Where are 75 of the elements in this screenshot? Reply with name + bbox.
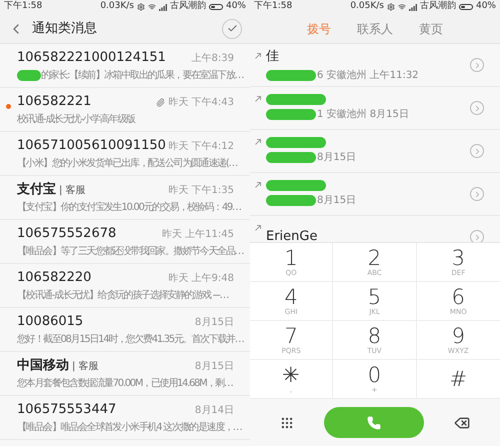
wifi-icon bbox=[148, 3, 156, 11]
call-detail: 8月15日 bbox=[317, 151, 356, 165]
dialpad-icon[interactable] bbox=[280, 416, 294, 430]
message-preview: 【校讯通-成长无忧】给贪玩的孩子选择安静的游戏 ---… bbox=[17, 288, 228, 303]
message-time: 8月14日 bbox=[194, 404, 234, 418]
message-time: 昨天 上午11:45 bbox=[162, 228, 234, 242]
sender-name: 106582221 bbox=[17, 93, 92, 112]
call-detail: 6 安徽池州 上午11:32 bbox=[317, 68, 419, 84]
message-time: 8月15日 bbox=[194, 316, 234, 330]
call-detail: 8月15日 bbox=[317, 194, 356, 208]
message-time: 昨天 下午4:43 bbox=[168, 96, 234, 110]
battery-icon bbox=[208, 4, 223, 10]
battery-level: 40% bbox=[226, 0, 246, 14]
message-time: 8月15日 bbox=[194, 360, 234, 374]
sender-name: 10086015 bbox=[17, 313, 84, 332]
redaction-mark bbox=[266, 109, 316, 120]
network-speed: 0.05K/s bbox=[350, 0, 384, 14]
sync-icon bbox=[136, 3, 145, 11]
call-button[interactable] bbox=[324, 407, 424, 438]
redaction-mark bbox=[266, 180, 326, 191]
sender-tag: | 客服 bbox=[72, 358, 99, 374]
sender-name: 106582220 bbox=[17, 269, 92, 288]
message-time: 昨天 下午1:35 bbox=[168, 184, 234, 198]
outgoing-arrow-icon bbox=[255, 139, 261, 145]
sender-name: 106575552678 bbox=[17, 225, 116, 244]
network-speed: 0.03K/s bbox=[100, 0, 134, 14]
sender-name: 支付宝 bbox=[17, 180, 56, 200]
battery-level: 40% bbox=[476, 0, 496, 14]
redaction-mark bbox=[266, 94, 326, 105]
outgoing-arrow-icon bbox=[255, 96, 261, 102]
message-time: 上午8:39 bbox=[192, 52, 234, 66]
message-preview: 的家长:【续前】冰箱中取出的瓜果，要在室温下放… bbox=[41, 68, 244, 83]
outgoing-arrow-icon bbox=[255, 225, 261, 231]
sender-tag: | 客服 bbox=[59, 182, 86, 198]
sync-icon bbox=[386, 3, 395, 11]
carrier-name: 古风潮韵 bbox=[170, 0, 206, 14]
wifi-icon bbox=[398, 3, 406, 11]
message-preview: 您好！截至08月15日14时，您欠费41.35元。首次下载并… bbox=[17, 332, 244, 347]
message-preview: 【支付宝】你的支付宝发生10.00元的交易，校验码：49… bbox=[17, 200, 241, 215]
select-button[interactable] bbox=[222, 18, 242, 38]
window-title: 通知类消息 bbox=[32, 20, 97, 38]
message-preview: 您本月套餐包含数据流量70.00M，已使用14.68M，剩… bbox=[17, 376, 233, 391]
check-icon bbox=[226, 23, 238, 34]
sender-name: 106571005610091150 bbox=[17, 137, 166, 156]
phone-icon bbox=[367, 416, 381, 430]
signal-icon bbox=[158, 4, 167, 10]
message-preview: 校讯通-成长无忧-小学高年级版 bbox=[17, 112, 135, 127]
redaction-mark bbox=[266, 70, 316, 82]
call-info-button[interactable] bbox=[470, 187, 484, 201]
call-detail: 1 安徽池州 8月15日 bbox=[317, 108, 409, 122]
backspace-icon[interactable] bbox=[454, 414, 470, 430]
status-time: 下午1:58 bbox=[4, 0, 42, 14]
contact-name: ErienGe bbox=[266, 228, 318, 242]
redaction-mark bbox=[266, 152, 316, 163]
message-time: 昨天 上午9:48 bbox=[168, 272, 234, 286]
redaction-mark bbox=[266, 137, 326, 148]
sender-name: 中国移动 bbox=[17, 357, 69, 376]
contact-name: 佳 bbox=[266, 48, 280, 66]
status-time: 下午1:58 bbox=[254, 0, 292, 14]
outgoing-arrow-icon bbox=[255, 53, 261, 59]
call-info-button[interactable] bbox=[470, 144, 484, 158]
sender-name: 106575553447 bbox=[17, 401, 116, 420]
battery-icon bbox=[458, 4, 473, 10]
message-time: 昨天 下午4:12 bbox=[168, 140, 234, 154]
call-info-button[interactable] bbox=[470, 58, 484, 72]
message-preview: 【小米】您的小米发货单已出库，配送公司为圆通速递(… bbox=[17, 156, 238, 171]
redaction-mark bbox=[17, 70, 41, 81]
message-preview: 【唯品会】等了三天您都还没带我回家。撒娇节今天全品… bbox=[17, 244, 244, 259]
carrier-name: 古风潮韵 bbox=[420, 0, 456, 14]
signal-icon bbox=[408, 4, 417, 10]
sender-name: 106582221000124151 bbox=[17, 49, 166, 68]
message-preview: 【唯品会】唯品会全球首发小米手机4 这次撒的是速度，… bbox=[17, 420, 242, 435]
redaction-mark bbox=[266, 195, 316, 206]
call-info-button[interactable] bbox=[470, 101, 484, 115]
outgoing-arrow-icon bbox=[255, 182, 261, 188]
